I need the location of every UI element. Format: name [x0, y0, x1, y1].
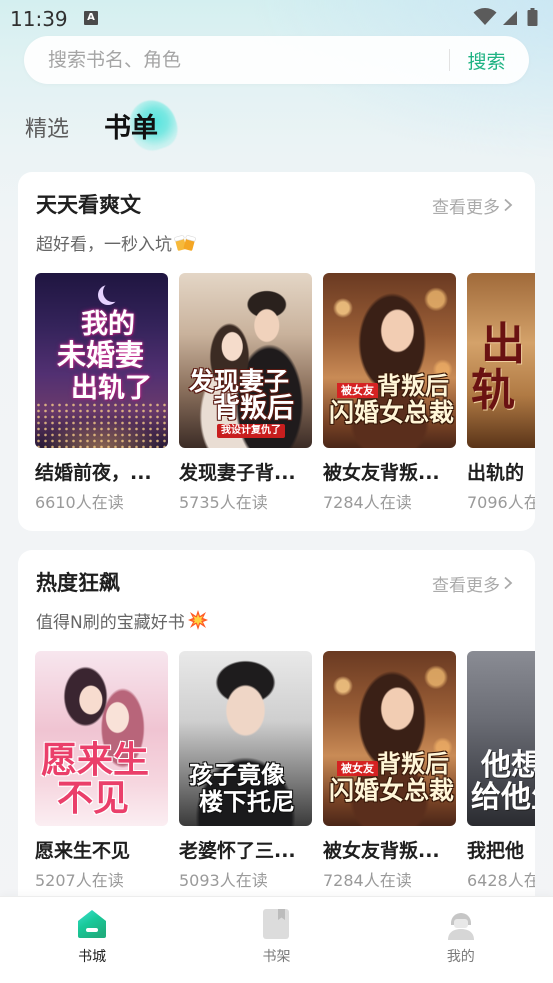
cover-title-text: 闪婚女总裁: [329, 776, 455, 805]
text-a-notification-icon: A: [84, 11, 98, 25]
book-cover[interactable]: 出 轨: [467, 273, 535, 448]
section-subtitle: 超好看，一秒入坑: [36, 230, 196, 255]
cover-title-text: 出轨了: [71, 373, 152, 404]
book-title: 愿来生不见: [35, 840, 131, 862]
nav-item-bookstore[interactable]: 书城: [0, 897, 184, 983]
book-title: 出轨的: [467, 462, 525, 484]
cover-title-text: 背叛后: [377, 750, 449, 778]
nav-label: 我的: [446, 949, 475, 965]
cover-title-text: 他想: [481, 748, 535, 783]
book-item[interactable]: 被女友 背叛后 闪婚女总裁 被女友背叛... 7284人在读: [323, 273, 456, 514]
bottom-nav: 书城 书架 我的: [0, 896, 553, 983]
profile-person-icon: [447, 913, 474, 940]
book-item[interactable]: 出 轨 出轨的 7096人在: [467, 273, 535, 514]
clinking-beer-mugs-emoji-icon: [174, 235, 196, 251]
cell-signal-icon: [503, 11, 517, 25]
book-title: 我把他: [467, 840, 525, 862]
nav-label: 书架: [262, 949, 291, 965]
status-time: 11:39: [10, 7, 68, 31]
tab-booklist[interactable]: 书单: [104, 94, 183, 156]
reader-count: 7096人在: [467, 493, 535, 512]
battery-icon: [527, 8, 538, 26]
cover-title-text: 闪婚女总裁: [329, 398, 455, 427]
view-more-link[interactable]: 查看更多: [432, 570, 513, 596]
view-more-label: 查看更多: [432, 575, 500, 596]
status-bar: 11:39 A: [0, 0, 553, 36]
nav-label: 书城: [78, 949, 107, 965]
chevron-right-icon: [504, 576, 513, 590]
cover-title-text: 不见: [57, 778, 130, 819]
view-more-link[interactable]: 查看更多: [432, 192, 513, 218]
book-row: 我的 未婚妻 出轨了 结婚前夜，... 6610人在读 发现妻子 背叛后 我设计…: [35, 273, 535, 514]
book-title: 发现妻子背...: [179, 462, 296, 484]
cover-tag-text: 被女友: [337, 761, 378, 776]
cover-title-text: 轨: [471, 365, 515, 416]
reader-count: 7284人在读: [323, 493, 412, 512]
section-subtitle: 值得N刷的宝藏好书: [36, 608, 209, 633]
cover-title-text: 我的: [81, 309, 135, 340]
search-bar[interactable]: 搜索: [24, 36, 529, 84]
cover-title-text: 愿来生: [41, 740, 150, 781]
nav-item-bookshelf[interactable]: 书架: [184, 897, 368, 983]
city-lights-art: [35, 402, 168, 448]
collision-emoji-icon: [187, 610, 208, 630]
section-subtitle-text: 超好看，一秒入坑: [36, 234, 172, 255]
book-cover[interactable]: 发现妻子 背叛后 我设计复仇了: [179, 273, 312, 448]
book-title: 被女友背叛...: [323, 840, 440, 862]
cover-title-text: 未婚妻: [57, 338, 145, 372]
moon-art: [103, 282, 123, 302]
book-cover[interactable]: 被女友 背叛后 闪婚女总裁: [323, 651, 456, 826]
cover-title-text: 给他生: [471, 780, 535, 815]
book-item[interactable]: 孩子竟像 楼下托尼 老婆怀了三... 5093人在读: [179, 651, 312, 892]
cover-title-text: 发现妻子: [189, 367, 290, 396]
book-cover[interactable]: 孩子竟像 楼下托尼: [179, 651, 312, 826]
book-row: 愿来生 不见 愿来生不见 5207人在读 孩子竟像 楼下托尼 老婆怀了三... …: [35, 651, 535, 892]
bookshelf-book-icon: [263, 909, 290, 939]
cover-tag-text: 被女友: [337, 383, 378, 398]
tab-featured[interactable]: 精选: [25, 116, 69, 144]
cover-title-text: 背叛后: [213, 393, 294, 424]
bookstore-house-icon: [78, 910, 107, 938]
search-input[interactable]: [24, 36, 444, 84]
cover-tagline-text: 我设计复仇了: [217, 424, 285, 438]
cover-title-text: 背叛后: [377, 372, 449, 400]
book-cover[interactable]: 他想 给他生: [467, 651, 535, 826]
section-subtitle-text: 值得N刷的宝藏好书: [36, 612, 185, 633]
booklist-card: 天天看爽文 查看更多 超好看，一秒入坑 我的 未婚妻 出轨了 结婚前夜，... …: [18, 172, 535, 531]
book-title: 被女友背叛...: [323, 462, 440, 484]
search-button[interactable]: 搜索: [455, 36, 518, 84]
book-title: 老婆怀了三...: [179, 840, 296, 862]
cover-title-text: 楼下托尼: [199, 788, 295, 816]
cover-title-text: 孩子竟像: [189, 761, 285, 789]
section-title: 天天看爽文: [36, 193, 141, 217]
reader-count: 7284人在读: [323, 871, 412, 890]
book-item[interactable]: 愿来生 不见 愿来生不见 5207人在读: [35, 651, 168, 892]
reader-count: 5735人在读: [179, 493, 268, 512]
section-title: 热度狂飙: [36, 571, 120, 595]
book-title: 结婚前夜，...: [35, 462, 152, 484]
reader-count: 5093人在读: [179, 871, 268, 890]
view-more-label: 查看更多: [432, 197, 500, 218]
book-item[interactable]: 他想 给他生 我把他 6428人在: [467, 651, 535, 892]
book-cover[interactable]: 我的 未婚妻 出轨了: [35, 273, 168, 448]
tab-booklist-label: 书单: [104, 113, 158, 144]
reader-count: 6428人在: [467, 871, 535, 890]
book-cover[interactable]: 被女友 背叛后 闪婚女总裁: [323, 273, 456, 448]
search-divider: [449, 49, 450, 71]
chevron-right-icon: [504, 198, 513, 212]
cover-title-text: 出: [481, 319, 525, 370]
book-item[interactable]: 我的 未婚妻 出轨了 结婚前夜，... 6610人在读: [35, 273, 168, 514]
book-item[interactable]: 被女友 背叛后 闪婚女总裁 被女友背叛... 7284人在读: [323, 651, 456, 892]
book-item[interactable]: 发现妻子 背叛后 我设计复仇了 发现妻子背... 5735人在读: [179, 273, 312, 514]
reader-count: 6610人在读: [35, 493, 124, 512]
wifi-icon: [473, 8, 497, 25]
book-cover[interactable]: 愿来生 不见: [35, 651, 168, 826]
nav-item-profile[interactable]: 我的: [369, 897, 553, 983]
reader-count: 5207人在读: [35, 871, 124, 890]
